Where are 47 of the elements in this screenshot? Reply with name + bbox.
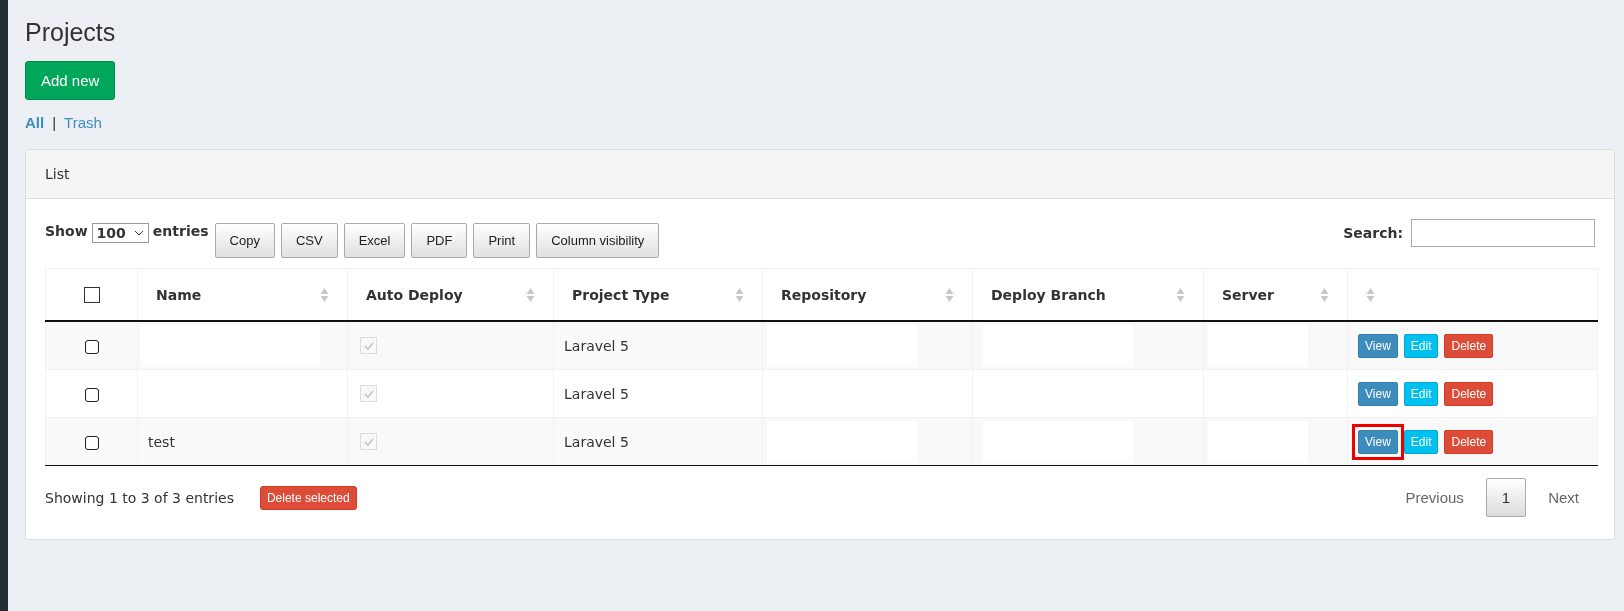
- panel-title: List: [45, 166, 70, 182]
- search-label: Search:: [1343, 225, 1403, 241]
- entries-label: entries: [152, 223, 209, 239]
- project-type-cell: Laravel 5: [564, 337, 629, 354]
- sort-icon: [526, 286, 535, 303]
- export-button[interactable]: PDF: [411, 223, 468, 258]
- select-all-checkbox[interactable]: [83, 287, 100, 303]
- separator: |: [52, 114, 57, 131]
- view-button[interactable]: View: [1358, 333, 1398, 358]
- export-button[interactable]: Copy: [214, 223, 275, 258]
- name-cell: test: [148, 433, 175, 450]
- project-type-cell: Laravel 5: [564, 385, 629, 402]
- pagination-button[interactable]: 1: [1485, 478, 1527, 517]
- delete-button[interactable]: Delete: [1444, 429, 1494, 454]
- checkmark-icon: [363, 341, 374, 350]
- search-field[interactable]: [1411, 219, 1595, 247]
- add-new-button[interactable]: Add new: [25, 61, 116, 100]
- export-button[interactable]: CSV: [280, 223, 338, 258]
- export-button[interactable]: Column visibility: [536, 223, 660, 258]
- export-button[interactable]: Excel: [343, 223, 406, 258]
- sort-icon: [945, 286, 954, 303]
- sort-icon: [1366, 286, 1375, 303]
- show-label: Show: [45, 223, 88, 239]
- sort-icon: [320, 286, 329, 303]
- view-button[interactable]: View: [1358, 381, 1398, 406]
- sort-icon: [1176, 286, 1185, 303]
- entries-select[interactable]: 100: [91, 223, 149, 243]
- delete-button[interactable]: Delete: [1444, 333, 1494, 358]
- pagination-button[interactable]: Next: [1532, 478, 1595, 517]
- table-info: Showing 1 to 3 of 3 entries: [45, 489, 234, 506]
- checkmark-icon: [363, 389, 374, 398]
- sort-icon: [735, 286, 744, 303]
- chevron-down-icon: [133, 230, 144, 236]
- export-button[interactable]: Print: [473, 223, 531, 258]
- sort-icon: [1320, 286, 1329, 303]
- pagination-button[interactable]: Previous: [1389, 478, 1480, 517]
- row-checkbox[interactable]: [84, 339, 99, 354]
- filter-link[interactable]: All: [25, 114, 45, 131]
- row-checkbox[interactable]: [84, 435, 99, 450]
- page-title: Projects: [25, 18, 117, 47]
- view-button[interactable]: View: [1358, 429, 1398, 454]
- filter-link[interactable]: Trash: [64, 114, 102, 131]
- delete-selected-button[interactable]: Delete selected: [259, 485, 357, 510]
- row-checkbox[interactable]: [84, 387, 99, 402]
- delete-button[interactable]: Delete: [1444, 381, 1494, 406]
- project-type-cell: Laravel 5: [564, 433, 629, 450]
- checkmark-icon: [363, 437, 374, 446]
